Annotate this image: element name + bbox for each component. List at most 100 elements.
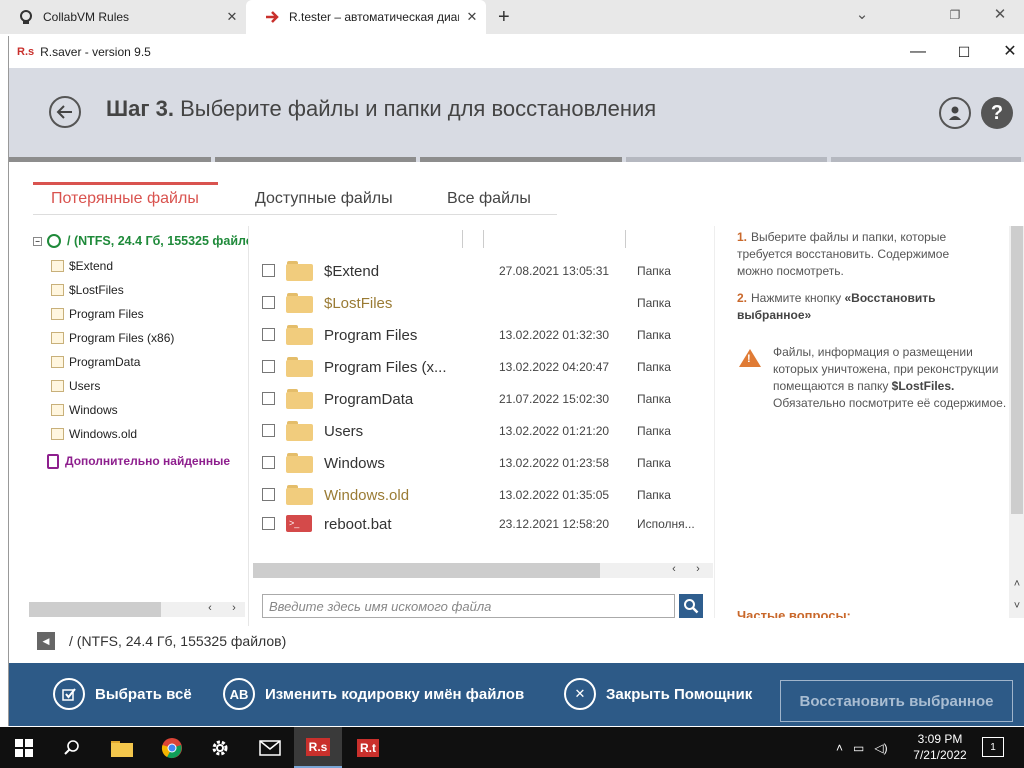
column-divider[interactable] [625,230,626,248]
help-button[interactable]: ? [981,97,1013,129]
select-all-button[interactable]: Выбрать всё [53,677,192,711]
tree-item-program-files[interactable]: Program Files [51,304,144,324]
file-row[interactable]: ProgramData 21.07.2022 15:02:30 Папка [249,383,715,415]
file-type: Папка [637,424,671,438]
file-checkbox[interactable] [262,517,275,530]
folder-icon [51,308,64,320]
scrollbar-thumb[interactable] [29,602,161,617]
column-divider[interactable] [483,230,484,248]
notification-button[interactable]: 1 [982,737,1004,757]
file-checkbox[interactable] [262,456,275,469]
tree-scrollbar[interactable]: ‹ › [29,602,245,617]
close-icon[interactable]: ✕ [988,5,1012,23]
search-taskbar-button[interactable] [48,727,96,768]
browser-tab-collabvm[interactable]: CollabVM Rules ✕ [0,0,246,34]
taskbar: R.s R.t ˄ ▭ ◁) 3:09 PM 7/21/2022 1 [0,727,1024,768]
scrollbar-thumb[interactable] [253,563,600,578]
back-button[interactable] [49,96,81,128]
close-wizard-button[interactable]: ✕ Закрыть Помощник [564,677,752,711]
new-tab-button[interactable]: + [498,6,510,29]
file-row[interactable]: Users 13.02.2022 01:21:20 Папка [249,415,715,447]
scroll-down-icon[interactable]: ˅ [1010,600,1024,612]
warning-bold: $LostFiles. [891,379,955,393]
minimize-icon[interactable]: ⌄ [850,5,874,23]
scroll-right-icon[interactable]: › [691,563,705,575]
tab-close-icon[interactable]: ✕ [464,9,480,25]
tree-item-lostfiles[interactable]: $LostFiles [51,280,124,300]
tree-item-programdata[interactable]: ProgramData [51,352,140,372]
scrollbar-thumb[interactable] [1011,226,1023,514]
file-date: 13.02.2022 04:20:47 [499,360,610,374]
search-button[interactable] [679,594,703,618]
start-button[interactable] [0,727,48,768]
restore-selected-button[interactable]: Восстановить выбранное [780,680,1013,722]
file-checkbox[interactable] [262,392,275,405]
file-checkbox[interactable] [262,488,275,501]
file-row[interactable]: >_ reboot.bat 23.12.2021 12:58:20 Исполня..… [249,508,715,540]
file-row[interactable]: Windows.old 13.02.2022 01:35:05 Папка [249,479,715,511]
file-row[interactable]: Program Files (x... 13.02.2022 04:20:47 Па… [249,351,715,383]
chrome-button[interactable] [148,727,196,768]
mail-button[interactable] [246,727,294,768]
file-row[interactable]: Windows 13.02.2022 01:23:58 Папка [249,447,715,479]
volume-icon[interactable]: ◁) [874,741,887,755]
folder-icon [51,332,64,344]
step-text: Выберите файлы и папки для восстановлени… [180,96,657,121]
folder-icon [286,389,313,409]
tree-item-extra[interactable]: Дополнительно найденные [47,451,230,471]
minimize-button[interactable]: — [903,40,933,64]
progress-segment [214,157,417,162]
tree-item-label: Дополнительно найденные [65,454,231,468]
file-date: 13.02.2022 01:32:30 [499,328,610,342]
file-checkbox[interactable] [262,296,275,309]
scroll-right-icon[interactable]: › [227,602,241,614]
scroll-up-icon[interactable]: ˄ [1010,578,1024,590]
restore-icon[interactable]: ❐ [943,8,967,22]
taskbar-app-rsaver[interactable]: R.s [294,727,342,768]
file-list-scrollbar[interactable]: ‹ › [253,563,713,578]
tab-close-icon[interactable]: ✕ [224,9,240,25]
tab-all-files[interactable]: Все файлы [447,182,531,215]
file-row[interactable]: $Extend 27.08.2021 13:05:31 Папка [249,255,715,287]
file-name: reboot.bat [324,516,392,533]
tree-item-program-files-x86[interactable]: Program Files (x86) [51,328,174,348]
tab-available-files[interactable]: Доступные файлы [255,182,393,215]
taskbar-app-rtester[interactable]: R.t [344,727,392,768]
file-search-input[interactable] [262,594,675,618]
help-warning: Файлы, информация о размещении которых у… [773,344,1010,412]
help-scrollbar[interactable]: ˄ ˅ [1009,226,1024,618]
network-icon[interactable]: ▭ [853,741,864,755]
file-checkbox[interactable] [262,328,275,341]
close-button[interactable]: ✕ [995,40,1024,64]
tree-item-windows[interactable]: Windows [51,400,118,420]
encoding-icon: AB [223,678,255,710]
scroll-left-icon[interactable]: ‹ [203,602,217,614]
settings-button[interactable] [196,727,244,768]
collapse-icon[interactable]: − [33,236,42,246]
change-encoding-button[interactable]: AB Изменить кодировку имён файлов [223,677,524,711]
file-type: Папка [637,296,671,310]
file-row[interactable]: Program Files 13.02.2022 01:32:30 Папка [249,319,715,351]
file-row[interactable]: $LostFiles Папка [249,287,715,319]
file-explorer-button[interactable] [98,727,146,768]
file-checkbox[interactable] [262,264,275,277]
scroll-left-icon[interactable]: ‹ [667,563,681,575]
tree-item-label: ProgramData [69,355,141,369]
user-button[interactable] [939,97,971,129]
tree-item-windows-old[interactable]: Windows.old [51,424,137,444]
tray-expand-icon[interactable]: ˄ [836,741,843,755]
maximize-button[interactable]: ☐ [949,40,979,64]
column-headers [249,226,715,250]
file-checkbox[interactable] [262,360,275,373]
file-checkbox[interactable] [262,424,275,437]
tab-lost-files[interactable]: Потерянные файлы [33,182,218,215]
tree-item-users[interactable]: Users [51,376,100,396]
clock[interactable]: 3:09 PM 7/21/2022 [905,731,975,763]
tree-item-extend[interactable]: $Extend [51,256,113,276]
column-divider[interactable] [462,230,463,248]
browser-tab-rtester[interactable]: R.tester – автоматическая диагностика ✕ [246,0,486,34]
window-title: R.saver - version 9.5 [40,45,151,59]
faq-heading[interactable]: Частые вопросы: [737,608,851,618]
status-back-icon[interactable]: ◀ [37,632,55,650]
tree-root[interactable]: − / (NTFS, 24.4 Гб, 155325 файлов) [33,231,249,251]
